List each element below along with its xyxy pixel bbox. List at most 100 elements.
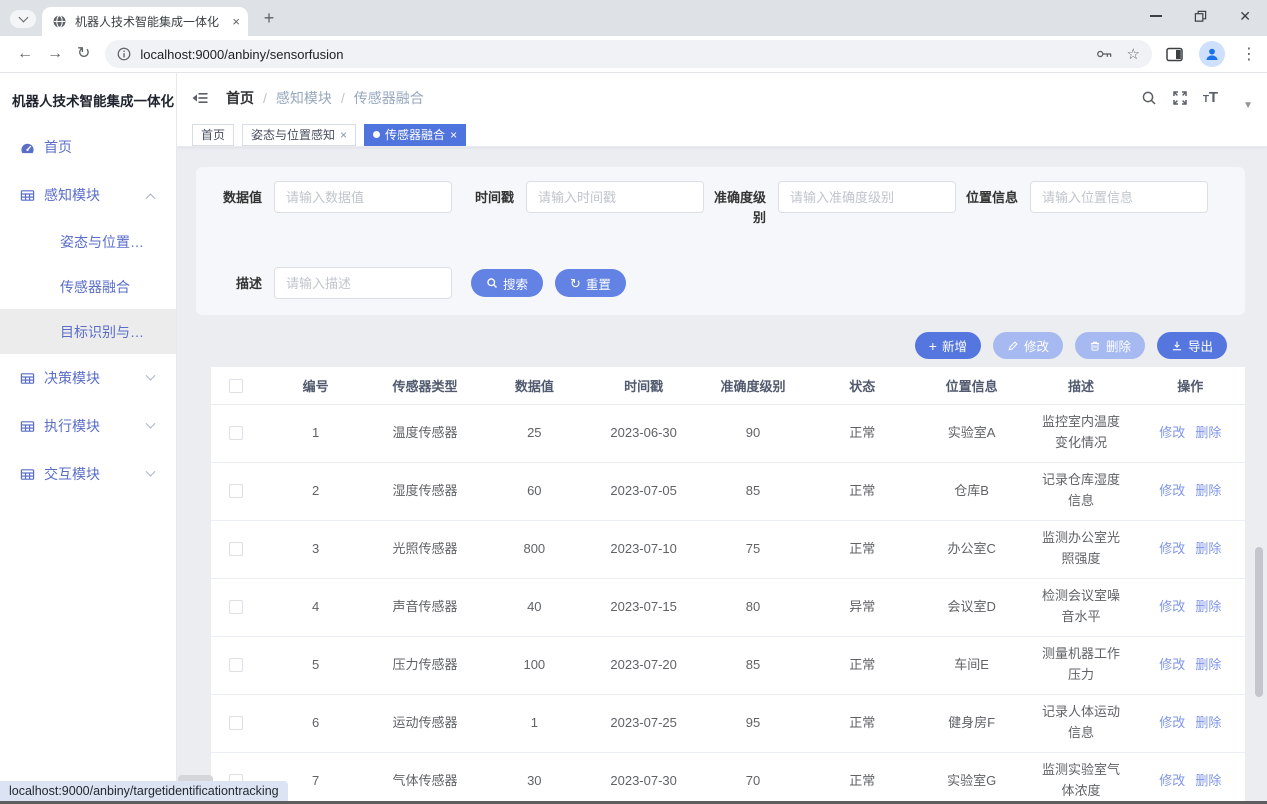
search-button[interactable]: 搜索 [471, 269, 543, 297]
sidebar-item-7[interactable]: 交互模块 [0, 450, 176, 498]
field-input-1[interactable] [526, 181, 704, 213]
edit-link[interactable]: 修改 [1159, 599, 1185, 614]
delete-link[interactable]: 删除 [1195, 773, 1221, 788]
new-tab-button[interactable]: + [256, 5, 282, 31]
edit-link[interactable]: 修改 [1159, 657, 1185, 672]
row-checkbox[interactable] [229, 716, 243, 730]
cell-accuracy: 75 [698, 520, 807, 578]
site-info-icon[interactable] [117, 47, 131, 61]
cell-id: 4 [261, 578, 370, 636]
fullscreen-icon[interactable] [1172, 90, 1188, 106]
sidebar-menu: 首页感知模块姿态与位置…传感器融合目标识别与…决策模块执行模块交互模块 [0, 123, 176, 498]
browser-menu-icon[interactable]: ⋮ [1241, 44, 1257, 64]
tag-2[interactable]: 传感器融合× [364, 124, 466, 146]
field-input-4[interactable] [274, 267, 452, 299]
cell-accuracy: 85 [698, 636, 807, 694]
reset-button[interactable]: ↻ 重置 [555, 269, 626, 297]
reload-button[interactable]: ↻ [77, 46, 90, 62]
cell-time: 2023-07-25 [589, 694, 698, 752]
cell-accuracy: 70 [698, 752, 807, 804]
cell-id: 1 [261, 404, 370, 462]
breadcrumb-item-1: 感知模块 [276, 88, 332, 108]
edit-button[interactable]: 修改 [993, 332, 1063, 359]
sidebar-fold-icon[interactable] [191, 89, 209, 107]
select-all-checkbox[interactable] [229, 379, 243, 393]
field-input-0[interactable] [274, 181, 452, 213]
edit-link[interactable]: 修改 [1159, 425, 1185, 440]
cell-checkbox [211, 462, 261, 520]
url-text[interactable]: localhost:9000/anbiny/sensorfusion [140, 47, 1095, 62]
tab-close-icon[interactable]: × [232, 14, 240, 29]
form-field-2: 准确度级别 [708, 181, 956, 227]
field-input-3[interactable] [1030, 181, 1208, 213]
table-row: 1温度传感器252023-06-3090正常实验室A监控室内温度变化情况修改删除 [211, 404, 1245, 462]
sidebar-item-5[interactable]: 决策模块 [0, 354, 176, 402]
row-checkbox[interactable] [229, 600, 243, 614]
column-header-2: 数据值 [480, 367, 589, 404]
sidebar-item-1[interactable]: 感知模块 [0, 171, 176, 219]
back-button[interactable]: ← [17, 46, 33, 62]
field-input-2[interactable] [778, 181, 956, 213]
delete-button[interactable]: 删除 [1075, 332, 1145, 359]
sidebar-item-2[interactable]: 姿态与位置… [0, 219, 176, 264]
sidebar-item-6[interactable]: 执行模块 [0, 402, 176, 450]
delete-link[interactable]: 删除 [1195, 425, 1221, 440]
restore-button[interactable] [1194, 10, 1207, 23]
password-key-icon[interactable] [1096, 47, 1113, 61]
cell-location: 车间E [917, 636, 1026, 694]
cell-actions: 修改删除 [1136, 462, 1245, 520]
sidebar-item-label: 交互模块 [44, 464, 100, 484]
field-label: 数据值 [204, 181, 262, 208]
sidebar-item-0[interactable]: 首页 [0, 123, 176, 171]
column-header-0: 编号 [261, 367, 370, 404]
profile-avatar[interactable] [1199, 41, 1225, 67]
delete-link[interactable]: 删除 [1195, 599, 1221, 614]
bookmark-star-icon[interactable]: ☆ [1127, 45, 1140, 63]
row-checkbox[interactable] [229, 426, 243, 440]
cell-value: 100 [480, 636, 589, 694]
download-icon [1171, 340, 1183, 352]
row-checkbox[interactable] [229, 484, 243, 498]
breadcrumb: 首页/感知模块/传感器融合 [226, 88, 424, 108]
add-button-label: 新增 [942, 336, 967, 355]
forward-button[interactable]: → [47, 46, 63, 62]
edit-link[interactable]: 修改 [1159, 773, 1185, 788]
tag-close-icon[interactable]: × [340, 128, 347, 142]
add-button[interactable]: + 新增 [915, 332, 981, 359]
delete-link[interactable]: 删除 [1195, 715, 1221, 730]
tag-1[interactable]: 姿态与位置感知× [242, 124, 356, 146]
user-dropdown-caret-icon[interactable]: ▼ [1243, 100, 1253, 111]
tags-view: 首页姿态与位置感知× 传感器融合× [177, 123, 1267, 147]
side-panel-icon[interactable] [1166, 47, 1183, 62]
breadcrumb-item-0[interactable]: 首页 [226, 88, 254, 108]
row-checkbox[interactable] [229, 542, 243, 556]
minimize-button[interactable] [1150, 15, 1162, 17]
address-bar[interactable]: localhost:9000/anbiny/sensorfusion ☆ [105, 40, 1152, 68]
delete-link[interactable]: 删除 [1195, 483, 1221, 498]
export-button-label: 导出 [1188, 336, 1213, 355]
font-size-icon[interactable]: TT [1203, 90, 1218, 106]
delete-link[interactable]: 删除 [1195, 541, 1221, 556]
edit-link[interactable]: 修改 [1159, 715, 1185, 730]
close-window-button[interactable]: ✕ [1239, 9, 1251, 23]
search-button-label: 搜索 [503, 274, 528, 293]
row-checkbox[interactable] [229, 658, 243, 672]
search-icon[interactable] [1141, 90, 1157, 106]
browser-tab[interactable]: 机器人技术智能集成一体化 × [42, 7, 248, 36]
cell-value: 60 [480, 462, 589, 520]
app-title: 机器人技术智能集成一体化 [0, 73, 176, 123]
cell-value: 1 [480, 694, 589, 752]
active-dot-icon [373, 131, 380, 138]
sidebar-item-4[interactable]: 目标识别与… [0, 309, 176, 354]
tag-close-icon[interactable]: × [450, 128, 457, 142]
delete-link[interactable]: 删除 [1195, 657, 1221, 672]
cell-desc: 监测实验室气体浓度 [1026, 752, 1135, 804]
edit-link[interactable]: 修改 [1159, 483, 1185, 498]
tag-0[interactable]: 首页 [192, 124, 234, 146]
vertical-scrollbar[interactable] [1255, 547, 1263, 697]
pencil-icon [1007, 340, 1019, 352]
sidebar-item-3[interactable]: 传感器融合 [0, 264, 176, 309]
export-button[interactable]: 导出 [1157, 332, 1227, 359]
edit-link[interactable]: 修改 [1159, 541, 1185, 556]
tab-search-button[interactable] [10, 10, 36, 28]
